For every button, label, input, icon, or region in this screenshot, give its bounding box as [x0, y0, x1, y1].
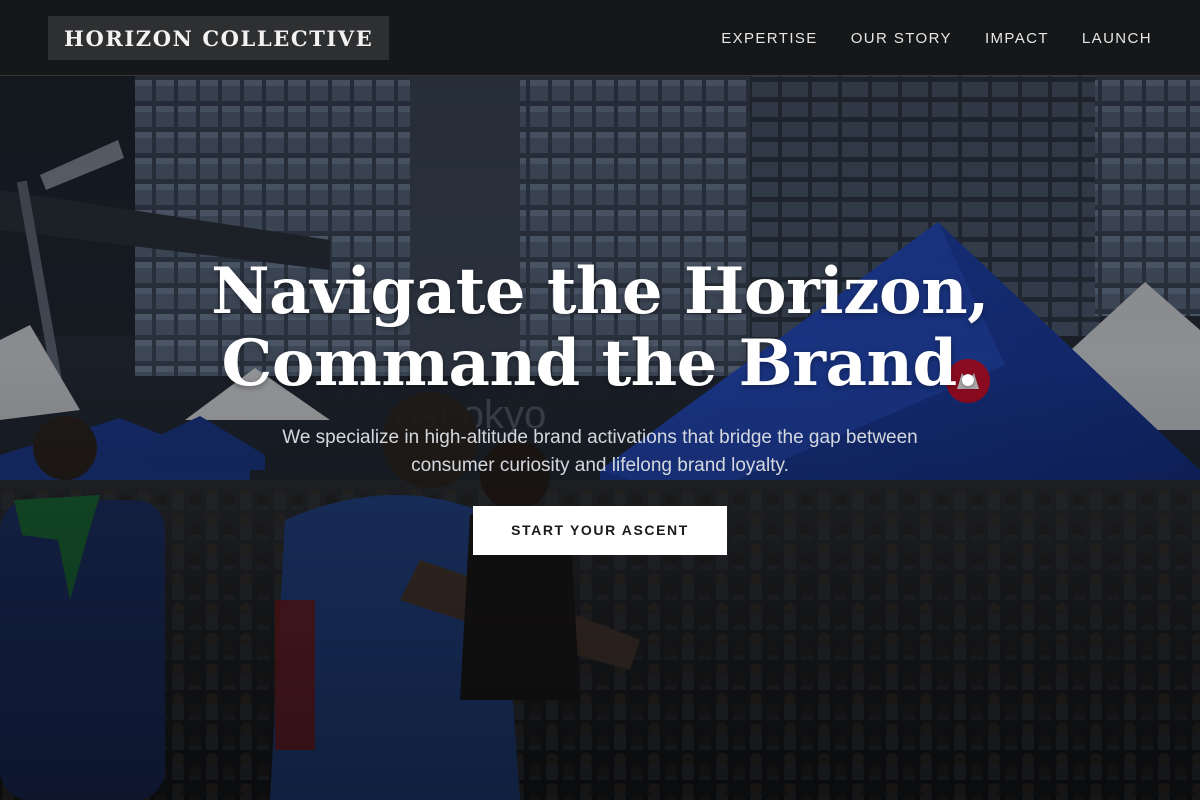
hero-section: Navigate the Horizon, Command the Brand.…	[0, 256, 1200, 555]
landing-page: BMO pat okyo HORIZON COLLECTIVE EXPERTIS…	[0, 0, 1200, 800]
brand-name: HORIZON COLLECTIVE	[64, 25, 374, 51]
hero-subtitle: We specialize in high-altitude brand act…	[282, 427, 918, 476]
main-nav: EXPERTISE OUR STORY IMPACT LAUNCH	[721, 0, 1152, 76]
brand-logo[interactable]: HORIZON COLLECTIVE	[48, 16, 390, 60]
nav-link-our-story[interactable]: OUR STORY	[851, 30, 952, 47]
nav-link-expertise[interactable]: EXPERTISE	[721, 30, 818, 47]
start-your-ascent-button[interactable]: START YOUR ASCENT	[473, 506, 727, 555]
nav-link-launch[interactable]: LAUNCH	[1082, 30, 1152, 47]
nav-link-impact[interactable]: IMPACT	[985, 30, 1049, 47]
hero-title-line-2: Command the Brand.	[221, 326, 979, 401]
hero-title-line-1: Navigate the Horizon,	[211, 254, 989, 329]
hero-title: Navigate the Horizon, Command the Brand.	[0, 256, 1200, 400]
site-header: HORIZON COLLECTIVE EXPERTISE OUR STORY I…	[0, 0, 1200, 76]
